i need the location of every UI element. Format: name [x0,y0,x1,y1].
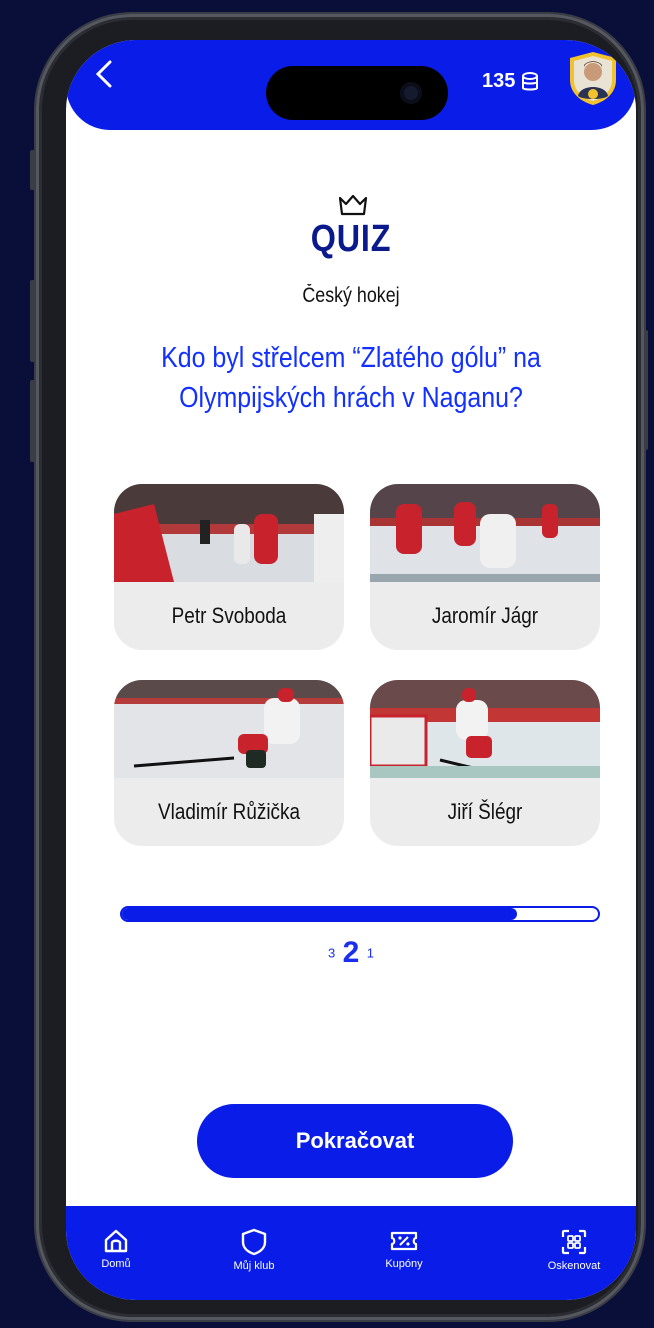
answer-card-2[interactable]: Jaromír Jágr [370,484,600,650]
home-icon [104,1229,128,1253]
crown-icon [338,194,368,216]
nav-label-coupons: Kupóny [385,1258,423,1270]
volume-up-button [30,280,35,362]
stage: 135 QUIZ Český hokej Kdo byl střelcem “Z… [0,0,654,1328]
countdown-prev: 3 [327,945,336,961]
answer-card-3[interactable]: Vladimír Růžička [114,680,344,846]
coupon-icon [390,1231,418,1251]
app-screen: 135 QUIZ Český hokej Kdo byl střelcem “Z… [66,40,636,1300]
shield-icon [241,1228,267,1256]
answer-label-3: Vladimír Růžička [158,799,300,824]
user-avatar-icon [570,52,616,105]
answer-photo-3 [114,680,344,778]
back-button[interactable] [86,56,122,92]
answer-photo-4 [370,680,600,778]
quiz-question: Kdo byl střelcem “Zlatého gólu” na Olymp… [161,342,541,414]
coin-count: 135 [482,70,516,92]
countdown: 3 2 1 [66,936,636,970]
answer-photo-2 [370,484,600,582]
answer-card-1[interactable]: Petr Svoboda [114,484,344,650]
countdown-next: 1 [366,945,375,961]
top-bar: 135 [66,40,636,130]
scan-icon [561,1229,587,1255]
continue-button[interactable]: Pokračovat [197,1104,513,1178]
page-title: QUIZ [310,218,392,260]
camera-icon [400,82,422,104]
answer-card-4[interactable]: Jiří Šlégr [370,680,600,846]
answer-label-1: Petr Svoboda [171,603,287,628]
chevron-left-icon [95,60,112,88]
ringer-switch [30,150,35,190]
answer-label-2: Jaromír Jágr [431,603,539,628]
answer-label-4: Jiří Šlégr [447,799,523,824]
coins-stack-icon [522,71,539,90]
volume-down-button [30,380,35,462]
bottom-nav: Domů Můj klub Kupóny Oskenovat [66,1206,636,1300]
timer-progress-fill [122,908,518,920]
profile-avatar[interactable] [568,50,618,106]
power-button [644,330,648,450]
coin-balance: 135 [482,70,539,93]
timer-progress-bar [120,906,600,922]
nav-label-my-club: Můj klub [233,1260,275,1272]
dynamic-island [266,66,448,120]
nav-label-home: Domů [101,1258,131,1270]
countdown-current: 2 [342,936,360,969]
nav-item-my-club[interactable]: Můj klub [204,1228,304,1272]
nav-item-home[interactable]: Domů [66,1228,166,1270]
nav-label-scan: Oskenovat [547,1260,601,1272]
nav-item-coupons[interactable]: Kupóny [354,1228,454,1270]
answer-photo-1 [114,484,344,582]
quiz-category: Český hokej [302,284,400,307]
nav-item-scan[interactable]: Oskenovat [524,1228,624,1272]
